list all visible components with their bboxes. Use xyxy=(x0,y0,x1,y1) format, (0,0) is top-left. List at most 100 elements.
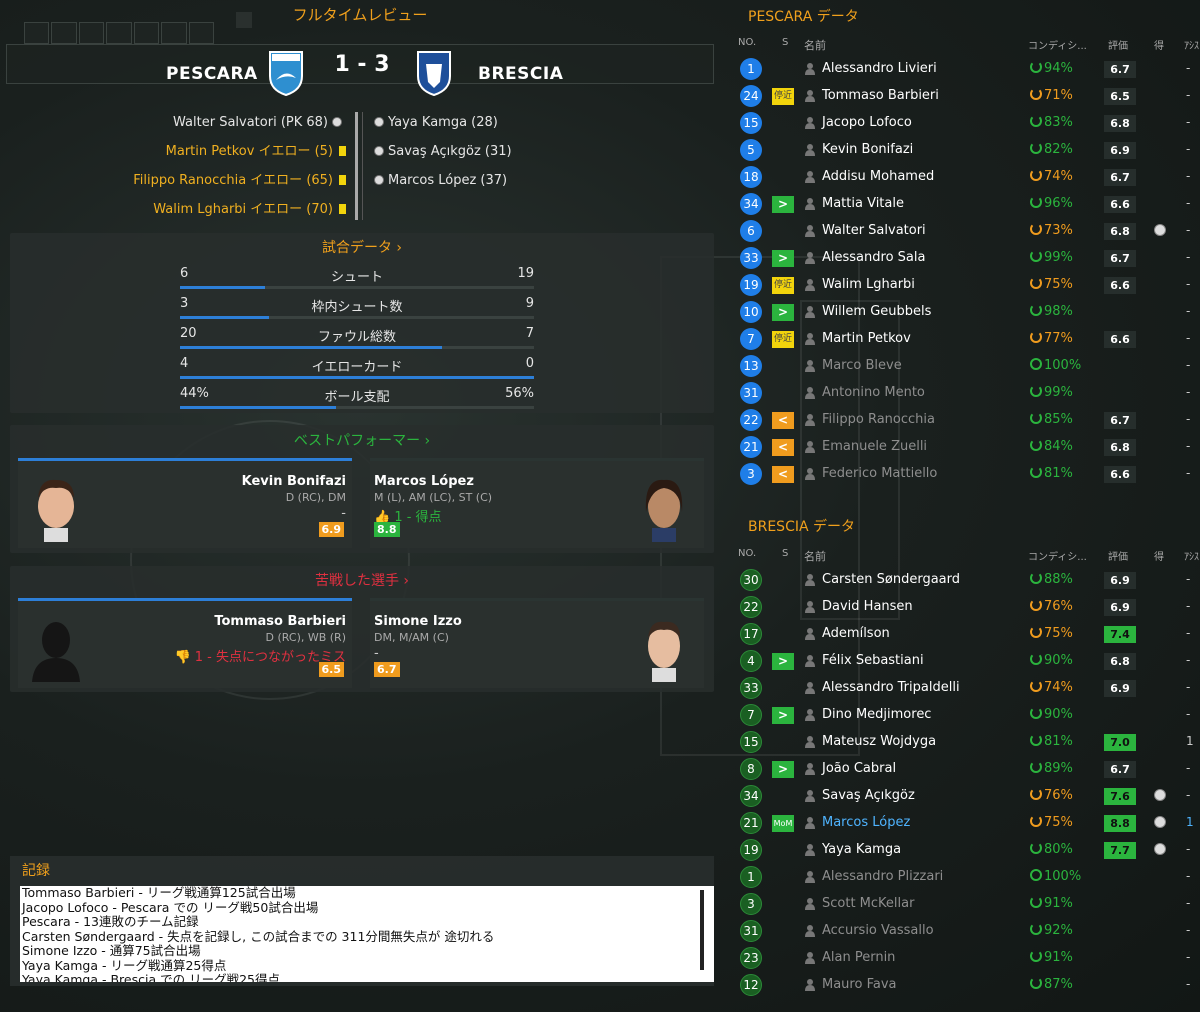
player-row[interactable]: 5 Kevin Bonifazi 82% 6.9 - xyxy=(724,137,1200,164)
player-name[interactable]: Alessandro Sala xyxy=(822,250,925,265)
col-goals[interactable]: 得 xyxy=(1154,548,1164,563)
player-name[interactable]: Mauro Fava xyxy=(822,977,896,992)
player-name[interactable]: Marcos López xyxy=(822,815,910,830)
player-row[interactable]: 7 > Dino Medjimorec 90% - xyxy=(724,702,1200,729)
match-event[interactable]: Walim Lgharbi イエロー (70) xyxy=(133,199,346,228)
col-condition[interactable]: コンディシ... xyxy=(1028,37,1087,52)
player-name[interactable]: Carsten Søndergaard xyxy=(822,572,960,587)
player-row[interactable]: 13 Marco Bleve 100% - xyxy=(724,353,1200,380)
player-row[interactable]: 34 Savaş Açıkgöz 76% 7.6 - xyxy=(724,783,1200,810)
player-row[interactable]: 1 Alessandro Plizzari 100% - xyxy=(724,864,1200,891)
player-name[interactable]: Filippo Ranocchia xyxy=(822,412,935,427)
player-row[interactable]: 4 > Félix Sebastiani 90% 6.8 - xyxy=(724,648,1200,675)
col-status[interactable]: S xyxy=(782,37,788,48)
player-row[interactable]: 30 Carsten Søndergaard 88% 6.9 - xyxy=(724,567,1200,594)
player-row[interactable]: 1 Alessandro Livieri 94% 6.7 - xyxy=(724,56,1200,83)
player-name[interactable]: Antonino Mento xyxy=(822,385,925,400)
match-event[interactable]: Walter Salvatori (PK 68) xyxy=(133,112,346,141)
best-home-card[interactable]: Kevin Bonifazi D (RC), DM - 6.9 xyxy=(18,458,352,548)
away-team-name[interactable]: BRESCIA xyxy=(478,64,563,84)
player-name[interactable]: Walter Salvatori xyxy=(822,223,926,238)
player-name[interactable]: Kevin Bonifazi xyxy=(822,142,913,157)
player-row[interactable]: 3 Scott McKellar 91% - xyxy=(724,891,1200,918)
col-name[interactable]: 名前 xyxy=(804,548,826,564)
best-performers-title[interactable]: ベストパフォーマー › xyxy=(10,430,714,450)
player-row[interactable]: 31 Antonino Mento 99% - xyxy=(724,380,1200,407)
player-name[interactable]: Federico Mattiello xyxy=(822,466,937,481)
player-name[interactable]: Willem Geubbels xyxy=(822,304,931,319)
match-event[interactable]: Filippo Ranocchia イエロー (65) xyxy=(133,170,346,199)
match-event[interactable]: Marcos López (37) xyxy=(370,170,512,199)
home-team-name[interactable]: PESCARA xyxy=(166,64,258,84)
player-row[interactable]: 8 > João Cabral 89% 6.7 - xyxy=(724,756,1200,783)
match-stats-title[interactable]: 試合データ › xyxy=(10,237,714,257)
worst-away-card[interactable]: Simone Izzo DM, M/AM (C) - 6.7 xyxy=(370,598,704,688)
player-row[interactable]: 22 < Filippo Ranocchia 85% 6.7 - xyxy=(724,407,1200,434)
player-name[interactable]: Scott McKellar xyxy=(822,896,914,911)
player-name[interactable]: Alessandro Tripaldelli xyxy=(822,680,960,695)
player-name[interactable]: Savaş Açıkgöz xyxy=(822,788,915,803)
player-row[interactable]: 7 停近 Martin Petkov 77% 6.6 - xyxy=(724,326,1200,353)
player-row[interactable]: 19 Yaya Kamga 80% 7.7 - xyxy=(724,837,1200,864)
col-no[interactable]: NO. xyxy=(738,548,756,559)
col-name[interactable]: 名前 xyxy=(804,37,826,53)
player-row[interactable]: 15 Jacopo Lofoco 83% 6.8 - xyxy=(724,110,1200,137)
col-assists[interactable]: ｱｼｽ xyxy=(1184,37,1199,52)
player-name[interactable]: Marco Bleve xyxy=(822,358,902,373)
player-row[interactable]: 23 Alan Pernin 91% - xyxy=(724,945,1200,972)
best-away-card[interactable]: Marcos López M (L), AM (LC), ST (C) 👍 1 … xyxy=(370,458,704,548)
player-row[interactable]: 33 > Alessandro Sala 99% 6.7 - xyxy=(724,245,1200,272)
player-row[interactable]: 10 > Willem Geubbels 98% - xyxy=(724,299,1200,326)
player-name[interactable]: Mateusz Wojdyga xyxy=(822,734,936,749)
player-name[interactable]: Mattia Vitale xyxy=(822,196,904,211)
player-name[interactable]: Tommaso Barbieri xyxy=(822,88,939,103)
col-rating[interactable]: 評価 xyxy=(1108,37,1128,52)
player-name[interactable]: Yaya Kamga xyxy=(822,842,901,857)
player-row[interactable]: 34 > Mattia Vitale 96% 6.6 - xyxy=(724,191,1200,218)
records-list[interactable]: Tommaso Barbieri - リーグ戦通算125試合出場 Jacopo L… xyxy=(20,886,714,982)
window-icon[interactable] xyxy=(236,12,252,28)
col-no[interactable]: NO. xyxy=(738,37,756,48)
player-row[interactable]: 18 Addisu Mohamed 74% 6.7 - xyxy=(724,164,1200,191)
player-row[interactable]: 17 Ademílson 75% 7.4 - xyxy=(724,621,1200,648)
player-name[interactable]: Félix Sebastiani xyxy=(822,653,924,668)
player-name[interactable]: Dino Medjimorec xyxy=(822,707,931,722)
match-event[interactable]: Martin Petkov イエロー (5) xyxy=(133,141,346,170)
player-row[interactable]: 6 Walter Salvatori 73% 6.8 - xyxy=(724,218,1200,245)
player-name[interactable]: Kevin Bonifazi xyxy=(242,474,346,489)
match-event[interactable]: Savaş Açıkgöz (31) xyxy=(370,141,512,170)
player-name[interactable]: Jacopo Lofoco xyxy=(822,115,912,130)
player-name[interactable]: Alessandro Plizzari xyxy=(822,869,943,884)
player-row[interactable]: 33 Alessandro Tripaldelli 74% 6.9 - xyxy=(724,675,1200,702)
player-name[interactable]: Alan Pernin xyxy=(822,950,895,965)
player-name[interactable]: Walim Lgharbi xyxy=(822,277,915,292)
player-row[interactable]: 24 停近 Tommaso Barbieri 71% 6.5 - xyxy=(724,83,1200,110)
player-name[interactable]: Emanuele Zuelli xyxy=(822,439,927,454)
struggling-players-title[interactable]: 苦戦した選手 › xyxy=(10,570,714,590)
player-row[interactable]: 3 < Federico Mattiello 81% 6.6 - xyxy=(724,461,1200,488)
col-condition[interactable]: コンディシ... xyxy=(1028,548,1087,563)
worst-home-card[interactable]: Tommaso Barbieri D (RC), WB (R) 👎 1 - 失点… xyxy=(18,598,352,688)
records-scrollbar[interactable] xyxy=(700,890,704,970)
col-rating[interactable]: 評価 xyxy=(1108,548,1128,563)
col-goals[interactable]: 得 xyxy=(1154,37,1164,52)
period-tabs[interactable] xyxy=(24,22,214,44)
col-status[interactable]: S xyxy=(782,548,788,559)
player-name[interactable]: Marcos López xyxy=(374,474,474,489)
player-row[interactable]: 19 停近 Walim Lgharbi 75% 6.6 - xyxy=(724,272,1200,299)
player-name[interactable]: Ademílson xyxy=(822,626,890,641)
player-row[interactable]: 21 < Emanuele Zuelli 84% 6.8 - xyxy=(724,434,1200,461)
player-name[interactable]: João Cabral xyxy=(822,761,896,776)
player-row[interactable]: 21 MoM Marcos López 75% 8.8 1 xyxy=(724,810,1200,837)
player-name[interactable]: Addisu Mohamed xyxy=(822,169,934,184)
player-row[interactable]: 15 Mateusz Wojdyga 81% 7.0 1 xyxy=(724,729,1200,756)
match-event[interactable]: Yaya Kamga (28) xyxy=(370,112,512,141)
player-row[interactable]: 12 Mauro Fava 87% - xyxy=(724,972,1200,999)
player-name[interactable]: Tommaso Barbieri xyxy=(214,614,346,629)
player-row[interactable]: 22 David Hansen 76% 6.9 - xyxy=(724,594,1200,621)
player-name[interactable]: Martin Petkov xyxy=(822,331,911,346)
player-name[interactable]: Alessandro Livieri xyxy=(822,61,937,76)
col-assists[interactable]: ｱｼｽ xyxy=(1184,548,1199,563)
player-name[interactable]: Accursio Vassallo xyxy=(822,923,934,938)
player-name[interactable]: Simone Izzo xyxy=(374,614,462,629)
